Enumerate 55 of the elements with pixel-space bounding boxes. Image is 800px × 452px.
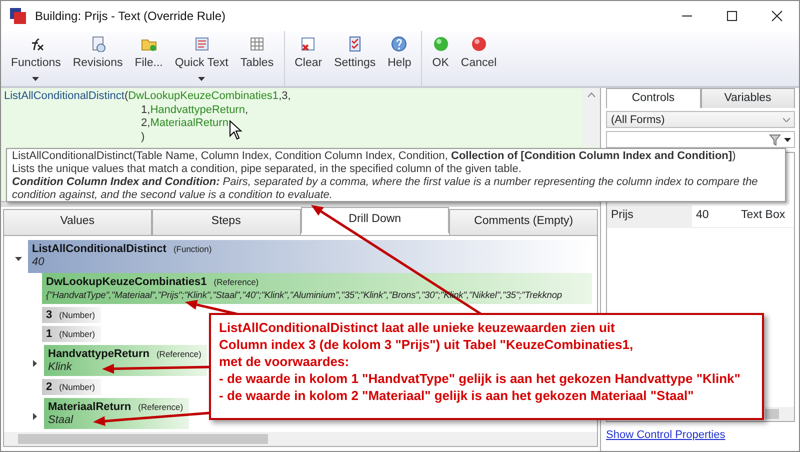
tree-node[interactable]: 3 (Number) xyxy=(42,307,102,324)
scrollbar[interactable] xyxy=(583,88,600,146)
window-title: Building: Prijs - Text (Override Rule) xyxy=(35,8,226,25)
caret-icon[interactable] xyxy=(784,138,791,142)
list-cell-text: Text Box xyxy=(740,208,786,224)
callout-text: - de waarde in kolom 2 "Materiaal" gelijk is aan het gekozen Materiaal "Staal" xyxy=(219,387,695,404)
tab[interactable]: Values xyxy=(3,209,152,236)
code-line: ) xyxy=(141,131,145,144)
toolbar-button[interactable]: OK xyxy=(426,31,455,86)
ok-icon xyxy=(432,36,449,52)
code-line: ListAllConditionalDistinct(DwLookupKeuzeCombinaties1,3, xyxy=(4,90,291,102)
toolbar-button[interactable]: Clear xyxy=(288,31,328,86)
toolbar-button[interactable]: Quick Text xyxy=(168,31,234,86)
toolbar-button[interactable]: File... xyxy=(128,31,169,86)
app-icon xyxy=(9,7,27,25)
toolbar-button[interactable]: Tables xyxy=(234,31,280,86)
tree-node[interactable]: 1 (Number) xyxy=(42,326,102,342)
code-line: 1,HandvattypeReturn, xyxy=(141,104,248,116)
tab[interactable]: Steps xyxy=(152,209,300,236)
code-line: 2,MateriaalReturn xyxy=(141,117,228,130)
tab[interactable]: Comments (Empty) xyxy=(449,209,598,236)
tree-node[interactable]: HandvattypeReturn (Reference) Klink xyxy=(44,345,208,376)
toolbar-button[interactable]: Settings xyxy=(328,31,382,86)
callout-text: Column index 3 (de kolom 3 "Prijs") uit Tabel "KeuzeCombinaties1, xyxy=(219,336,634,353)
form-dropdown[interactable]: (All Forms) xyxy=(606,111,795,128)
scrollbar[interactable] xyxy=(765,406,794,420)
tab[interactable]: Variables xyxy=(700,88,795,108)
table-icon xyxy=(248,36,265,52)
toolbar-button[interactable]: Revisions xyxy=(66,31,129,86)
filter-icon[interactable] xyxy=(769,134,781,146)
mouse-cursor-icon xyxy=(229,120,244,140)
callout-text: ListAllConditionalDistinct laat alle unieke keuzewaarden zien uit xyxy=(219,319,616,336)
tree-node[interactable]: MateriaalReturn (Reference) Staal xyxy=(44,398,190,430)
description-text: Lists the unique values that match a condition, pipe separated, in the specified column of the given table. xyxy=(12,163,522,176)
toolbar-button[interactable]: Help xyxy=(382,31,418,86)
checklist-icon xyxy=(346,36,363,52)
callout-text: - de waarde in kolom 1 "HandvatType" gelijk is aan het gekozen Handvattype "Klink" xyxy=(219,370,742,387)
document-icon xyxy=(90,36,106,52)
scrollbar[interactable] xyxy=(4,432,597,446)
tree-node[interactable]: 2 (Number) xyxy=(42,379,102,396)
tab[interactable]: Drill Down xyxy=(300,207,450,234)
properties-link[interactable]: Show Control Properties xyxy=(606,426,795,443)
clear-icon xyxy=(300,36,316,52)
help-icon xyxy=(391,36,408,52)
toolbar-button[interactable]: Cancel xyxy=(454,31,503,86)
list-cell: Prijs xyxy=(607,205,692,226)
tree-node[interactable]: ListAllConditionalDistinct (Function) 40 xyxy=(28,240,592,274)
callout-text: met de voorwaardes: xyxy=(219,353,350,370)
filter-field[interactable] xyxy=(606,131,795,148)
chevron-icon xyxy=(783,118,790,122)
text-list-icon xyxy=(194,36,210,52)
list-cell-text: 40 xyxy=(695,208,710,224)
tab[interactable]: Controls xyxy=(606,88,700,108)
cancel-icon xyxy=(470,36,487,52)
toolbar-button[interactable]: Functions xyxy=(5,31,67,86)
